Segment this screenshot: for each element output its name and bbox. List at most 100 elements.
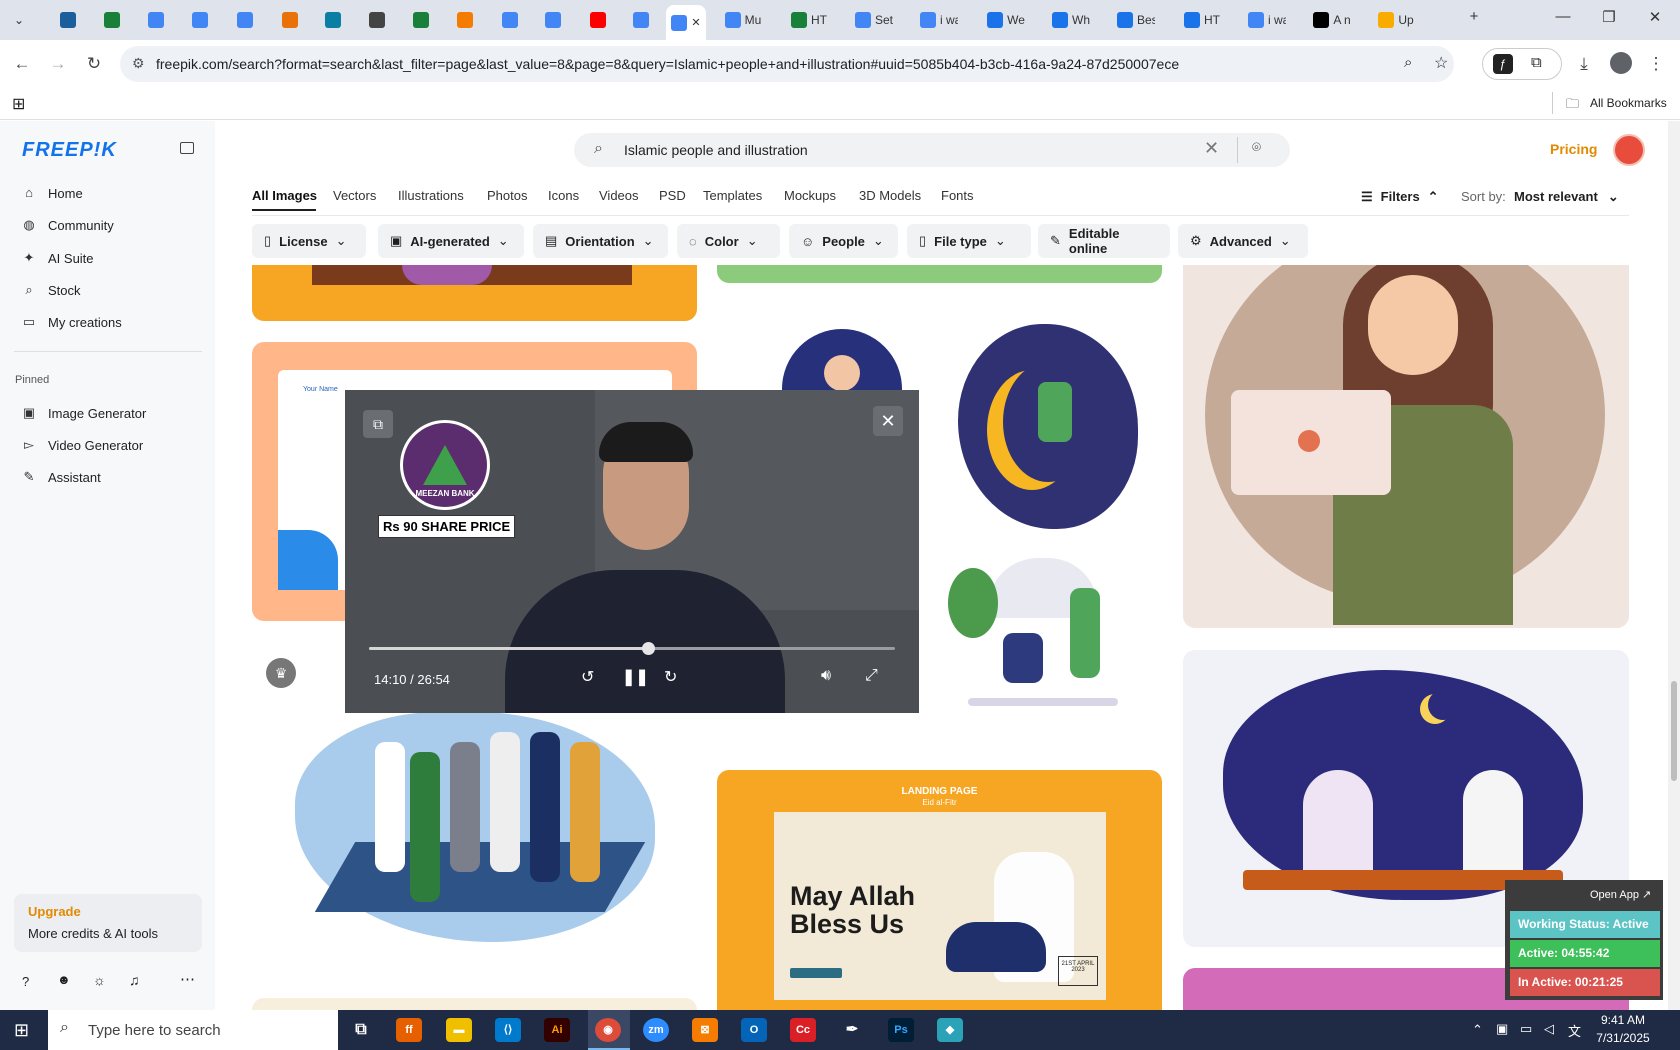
image-card-sharing[interactable] — [948, 548, 1138, 713]
close-pip-icon[interactable]: ✕ — [873, 406, 903, 436]
sidebar-item-home[interactable]: ⌂ Home — [22, 181, 83, 205]
browser-tab[interactable] — [490, 5, 530, 35]
filter-chip[interactable]: ▯ File type ⌄ — [907, 224, 1031, 258]
browser-tab[interactable] — [136, 5, 176, 35]
sidebar-item-image-generator[interactable]: ▣ Image Generator — [22, 401, 146, 425]
help-icon[interactable]: ? — [22, 974, 29, 989]
profile-avatar[interactable] — [1610, 52, 1632, 74]
network-icon[interactable]: ▣ — [1496, 1021, 1508, 1037]
category-tab[interactable]: 3D Models — [859, 188, 921, 203]
browser-tab[interactable] — [270, 5, 310, 35]
browser-tab[interactable]: HT — [1171, 5, 1233, 35]
sidebar-item-community[interactable]: ◍ Community — [22, 213, 113, 237]
browser-tab[interactable] — [313, 5, 353, 35]
user-avatar[interactable] — [1613, 134, 1645, 166]
puzzle-icon[interactable]: ⧉ — [1531, 54, 1542, 71]
category-tab[interactable]: Templates — [703, 188, 762, 203]
image-card-top-left[interactable] — [252, 265, 697, 321]
camera-search-icon[interactable]: ⌾ — [1252, 139, 1261, 156]
filter-chip[interactable]: ☺ People ⌄ — [789, 224, 898, 258]
picture-in-picture-video[interactable]: MEEZAN BANK Rs 90 SHARE PRICE ⧉ ✕ 14:10 … — [345, 390, 919, 713]
browser-tab[interactable]: ✕ — [666, 5, 706, 40]
download-icon[interactable]: ⤓ — [1572, 52, 1596, 76]
reload-button[interactable]: ↻ — [82, 52, 106, 76]
sort-dropdown[interactable]: Most relevant ⌄ — [1514, 189, 1619, 205]
chrome-icon[interactable]: ◉ — [595, 1018, 621, 1042]
category-tab[interactable]: Vectors — [333, 188, 376, 203]
sidebar-item-assistant[interactable]: ✎ Assistant — [22, 465, 101, 489]
extension-icon[interactable]: ƒ — [1493, 54, 1513, 74]
browser-tab[interactable]: Set — [843, 5, 905, 35]
page-scrollbar[interactable] — [1668, 121, 1680, 1010]
file-explorer-icon[interactable]: ▬ — [446, 1018, 472, 1042]
volume-icon[interactable]: 🔊︎ — [821, 667, 831, 685]
browser-tab[interactable] — [48, 5, 88, 35]
restore-button[interactable]: ❐ — [1594, 8, 1624, 32]
menu-icon[interactable]: ⋮ — [1644, 52, 1668, 76]
category-tab[interactable]: All Images — [252, 188, 317, 203]
filter-chip[interactable]: ▣ AI-generated ⌄ — [378, 224, 524, 258]
forward-button[interactable]: → — [46, 52, 70, 76]
vscode-icon[interactable]: ⟨⟩ — [495, 1018, 521, 1042]
browser-tab[interactable] — [180, 5, 220, 35]
filter-chip[interactable]: ◌ Color ⌄ — [677, 224, 780, 258]
browser-tab[interactable]: A n — [1301, 5, 1363, 35]
browser-tab[interactable]: Bes — [1105, 5, 1167, 35]
search-input[interactable] — [624, 140, 1184, 160]
outlook-icon[interactable]: O — [741, 1018, 767, 1042]
forward-10-icon[interactable]: ↻ — [664, 667, 677, 687]
back-to-tab-icon[interactable]: ⧉ — [363, 410, 393, 438]
close-tab-icon[interactable]: ✕ — [691, 16, 700, 29]
tab-search-button[interactable]: ⌄ — [4, 5, 34, 35]
browser-tab[interactable] — [92, 5, 132, 35]
pause-icon[interactable]: ❚❚ — [622, 667, 649, 687]
freepik-logo[interactable]: FREEP!K — [22, 139, 117, 162]
upgrade-card[interactable]: Upgrade More credits & AI tools — [14, 894, 202, 952]
category-tab[interactable]: Photos — [487, 188, 527, 203]
xampp-icon[interactable]: ⊠ — [692, 1018, 718, 1042]
filter-chip[interactable]: ✎ Editable online — [1038, 224, 1170, 258]
address-bar[interactable]: ⚙ freepik.com/search?format=search&last_… — [120, 46, 1454, 82]
new-tab-button[interactable]: + — [1459, 8, 1489, 32]
category-tab[interactable]: Fonts — [941, 188, 974, 203]
sidebar-item-stock[interactable]: ⌕ Stock — [22, 278, 80, 302]
discord-icon[interactable]: ☻ — [57, 972, 71, 987]
rewind-10-icon[interactable]: ↺ — [581, 667, 594, 687]
tray-chevron-icon[interactable]: ⌃ — [1472, 1022, 1483, 1038]
browser-tab[interactable]: i wa — [908, 5, 970, 35]
theme-icon[interactable]: ☼ — [93, 972, 106, 988]
pen-tool-icon[interactable]: ✒ — [839, 1018, 865, 1042]
filter-chip[interactable]: ▤ Orientation ⌄ — [533, 224, 668, 258]
image-card-top-middle[interactable] — [717, 265, 1162, 283]
filter-chip[interactable]: ⚙ Advanced ⌄ — [1178, 224, 1308, 258]
category-tab[interactable]: Mockups — [784, 188, 836, 203]
category-tab[interactable]: PSD — [659, 188, 686, 203]
browser-tab[interactable]: Mu — [712, 5, 774, 35]
zoom-icon[interactable]: zm — [643, 1018, 669, 1042]
browser-tab[interactable]: We — [975, 5, 1037, 35]
close-window-button[interactable]: ✕ — [1640, 8, 1670, 32]
filters-button[interactable]: ☰ Filters ⌃ — [1361, 189, 1439, 205]
windows-start-icon[interactable]: ⊞ — [14, 1020, 29, 1041]
category-tab[interactable]: Illustrations — [398, 188, 464, 203]
illustrator-icon[interactable]: Ai — [544, 1018, 570, 1042]
bell-icon[interactable]: ♫ — [129, 972, 140, 988]
zoom-icon[interactable]: ⌕ — [1404, 54, 1412, 71]
browser-tab[interactable]: i wa — [1236, 5, 1298, 35]
sidebar-item-ai-suite[interactable]: ✦ AI Suite — [22, 246, 94, 270]
image-card-bottom-left[interactable] — [252, 998, 697, 1010]
firefox-icon[interactable]: ff — [396, 1018, 422, 1042]
filter-chip[interactable]: ▯ License ⌄ — [252, 224, 366, 258]
browser-tab[interactable] — [357, 5, 397, 35]
clear-search-icon[interactable]: ✕ — [1204, 138, 1219, 159]
seek-bar[interactable] — [369, 642, 895, 655]
creative-cloud-icon[interactable]: Cc — [790, 1018, 816, 1042]
image-card-crescent[interactable] — [958, 322, 1138, 530]
collapse-sidebar-icon[interactable] — [180, 142, 194, 154]
category-tab[interactable]: Videos — [599, 188, 639, 203]
pricing-link[interactable]: Pricing — [1550, 141, 1597, 157]
browser-tab[interactable] — [578, 5, 618, 35]
speaker-icon[interactable]: ◁ — [1544, 1021, 1554, 1037]
task-view-icon[interactable]: ⧉ — [348, 1018, 374, 1042]
ime-icon[interactable]: 文 — [1568, 1021, 1581, 1040]
